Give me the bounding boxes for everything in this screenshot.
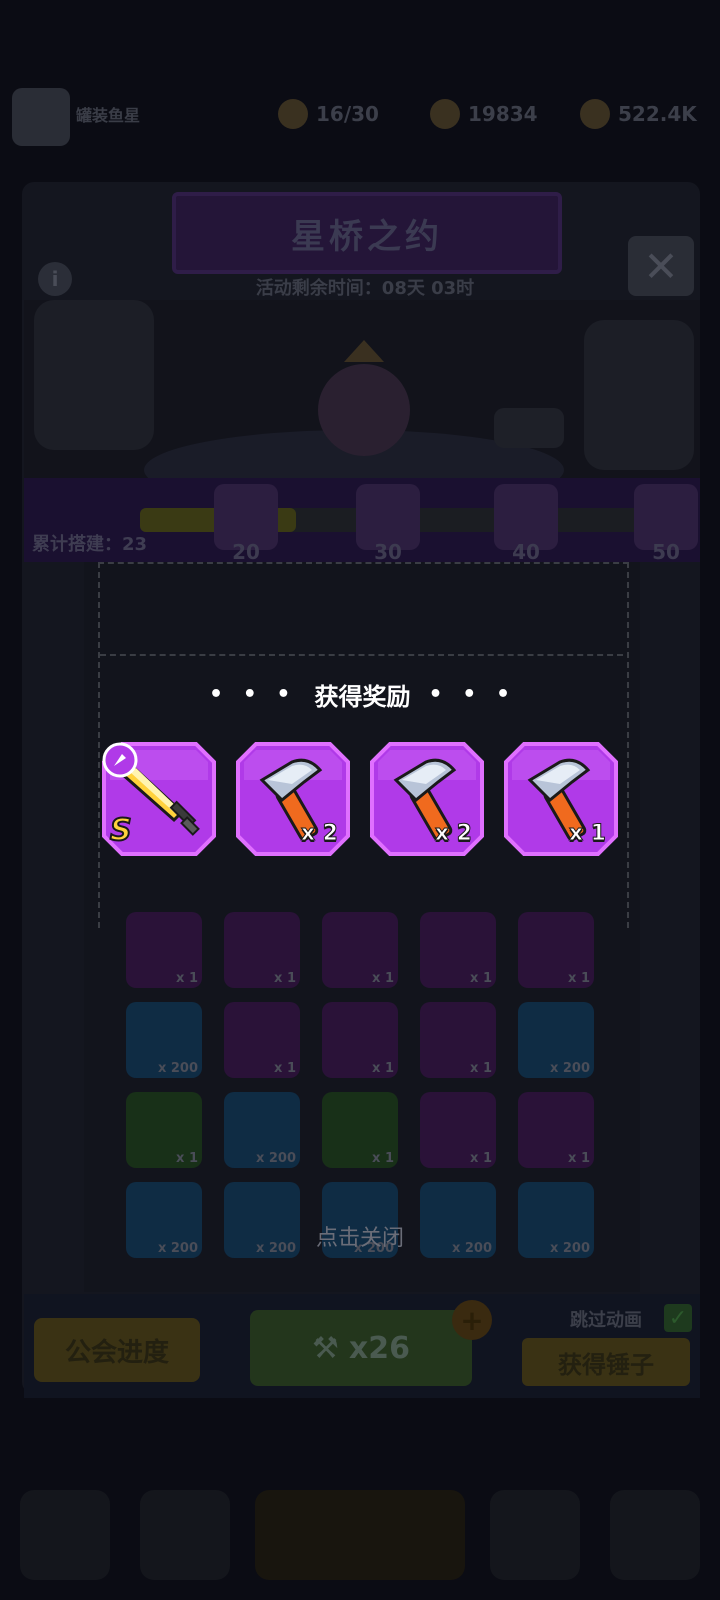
reward-item-sword[interactable]: S: [100, 740, 218, 858]
milestone-label: 40: [512, 540, 540, 564]
gold-counter[interactable]: 522.4K: [580, 94, 697, 134]
reward-item-hammer[interactable]: x 2: [368, 740, 486, 858]
grid-cell-quantity: x 1: [176, 1151, 198, 1166]
rank-s-badge: S: [109, 812, 133, 849]
grid-cell-quantity: x 1: [372, 1151, 394, 1166]
grid-cell-quantity: x 1: [274, 971, 296, 986]
nav-partner[interactable]: [490, 1490, 580, 1580]
build-count: 累计搭建：23: [32, 534, 148, 555]
add-hammer-button[interactable]: +: [452, 1300, 492, 1340]
grid-cell[interactable]: x 1: [420, 1002, 496, 1078]
grid-cell-quantity: x 200: [157, 1241, 198, 1256]
grid-cell-quantity: x 1: [568, 971, 590, 986]
grid-cell[interactable]: x 200: [126, 1002, 202, 1078]
nav-shop[interactable]: [20, 1490, 110, 1580]
grid-cell-quantity: x 1: [176, 971, 198, 986]
event-title: 星桥之约: [172, 192, 562, 274]
tap-to-close[interactable]: 点击关闭: [260, 1220, 460, 1251]
player-name: 罐装鱼星: [76, 106, 141, 125]
grid-cell[interactable]: x 1: [224, 1002, 300, 1078]
nav-equipment[interactable]: [140, 1490, 230, 1580]
grid-cell-quantity: x 1: [470, 971, 492, 986]
reward-title: • • • 获得奖励 • • •: [190, 674, 535, 714]
grid-cell-quantity: x 200: [255, 1151, 296, 1166]
grid-cell[interactable]: x 1: [322, 1092, 398, 1168]
get-hammer-button[interactable]: 获得锤子: [522, 1338, 690, 1386]
grid-cell[interactable]: x 200: [224, 1092, 300, 1168]
hammer-count: x26: [348, 1330, 410, 1366]
gem-counter[interactable]: 19834: [430, 94, 538, 134]
coin-icon: [580, 99, 610, 129]
grid-cell-quantity: x 1: [568, 1151, 590, 1166]
grid-cell-quantity: x 200: [549, 1061, 590, 1076]
hammer-icon: ⚒: [311, 1330, 339, 1366]
reward-title-text: 获得奖励: [314, 682, 411, 711]
skip-animation-checkbox[interactable]: ✓: [664, 1304, 692, 1332]
close-button[interactable]: ✕: [628, 236, 694, 296]
player-avatar[interactable]: [12, 88, 70, 146]
grid-cell[interactable]: x 1: [420, 1092, 496, 1168]
grid-cell-quantity: x 1: [372, 1061, 394, 1076]
reward-quantity: x 2: [300, 821, 338, 847]
nav-map[interactable]: [610, 1490, 700, 1580]
energy-icon: [278, 99, 308, 129]
grid-cell[interactable]: x 1: [322, 1002, 398, 1078]
grid-cell-quantity: x 1: [470, 1061, 492, 1076]
divider: [100, 654, 623, 656]
bottom-navigation: [0, 1450, 720, 1600]
grid-cell[interactable]: x 200: [126, 1182, 202, 1258]
top-status-bar: 罐装鱼星 16/30 19834 522.4K: [0, 80, 720, 150]
grid-cell-quantity: x 200: [157, 1061, 198, 1076]
energy-counter[interactable]: 16/30: [278, 94, 379, 134]
gem-icon: [430, 99, 460, 129]
reward-item-hammer[interactable]: x 2: [234, 740, 352, 858]
info-icon[interactable]: i: [38, 262, 72, 296]
grid-cell-quantity: x 1: [470, 1151, 492, 1166]
reward-item-hammer[interactable]: x 1: [502, 740, 620, 858]
grid-cell-quantity: x 200: [549, 1241, 590, 1256]
reward-quantity: x 2: [434, 821, 472, 847]
use-hammer-button[interactable]: ⚒ x26: [250, 1310, 472, 1386]
guild-progress-button[interactable]: 公会进度: [34, 1318, 200, 1382]
grid-cell[interactable]: x 200: [518, 1182, 594, 1258]
reward-quantity: x 1: [568, 821, 606, 847]
event-scene-illustration: [24, 300, 700, 478]
milestone-label: 20: [232, 540, 260, 564]
nav-battle[interactable]: [255, 1490, 465, 1580]
milestone-label: 30: [374, 540, 402, 564]
skip-animation-label: 跳过动画: [570, 1310, 642, 1331]
grid-cell[interactable]: x 200: [518, 1002, 594, 1078]
milestone-label: 50: [652, 540, 680, 564]
grid-cell[interactable]: x 1: [518, 1092, 594, 1168]
title-dots-right: • • •: [428, 681, 517, 707]
grid-cell-quantity: x 1: [274, 1061, 296, 1076]
title-dots-left: • • •: [208, 681, 297, 707]
grid-cell[interactable]: x 1: [126, 1092, 202, 1168]
grid-cell-quantity: x 1: [372, 971, 394, 986]
